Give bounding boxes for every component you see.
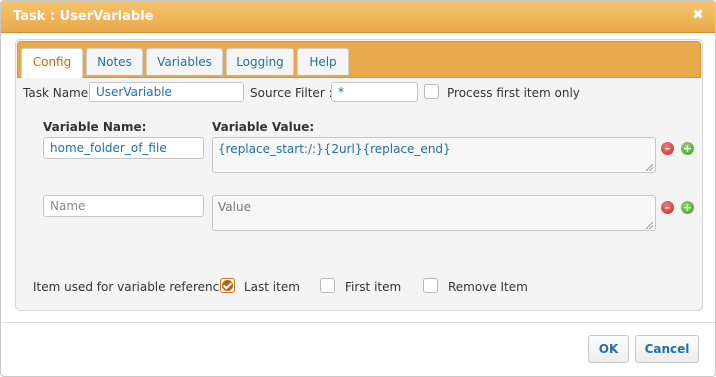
tab-config[interactable]: Config (21, 48, 83, 78)
remove-item-label: Remove Item (448, 280, 528, 294)
process-first-checkbox[interactable] (424, 84, 439, 99)
task-name-input[interactable] (89, 82, 244, 102)
add-variable-icon[interactable]: + (681, 142, 694, 155)
variable-value-input[interactable]: {replace_start:/:}{2url}{replace_end} (212, 137, 656, 173)
close-icon[interactable]: ✖ (691, 8, 705, 22)
resize-grip-icon[interactable] (646, 164, 653, 171)
variable-value-header: Variable Value: (212, 120, 315, 134)
last-item-checkbox[interactable] (220, 278, 235, 293)
first-item-checkbox[interactable] (320, 278, 335, 293)
dialog-titlebar[interactable]: Task : UserVariable ✖ (1, 1, 715, 33)
footer-divider (1, 322, 715, 323)
source-filter-input[interactable] (331, 82, 418, 102)
task-name-label: Task Name: (23, 86, 93, 100)
resize-grip-icon[interactable] (646, 222, 653, 229)
tab-bar: Config Notes Variables Logging Help (17, 41, 701, 78)
ok-button[interactable]: OK (588, 335, 629, 363)
remove-variable-icon[interactable]: – (661, 142, 674, 155)
new-variable-name-input[interactable] (43, 195, 204, 217)
cancel-button[interactable]: Cancel (635, 335, 699, 363)
process-first-label: Process first item only (447, 86, 580, 100)
tab-variables[interactable]: Variables (146, 48, 223, 75)
remove-item-checkbox[interactable] (423, 278, 438, 293)
config-panel: Config Notes Variables Logging Help Task… (15, 39, 703, 311)
new-variable-value-input[interactable] (212, 195, 656, 231)
first-item-label: First item (345, 280, 402, 294)
dialog-title: Task : UserVariable (13, 9, 154, 24)
task-dialog: Task : UserVariable ✖ Config Notes Varia… (0, 0, 716, 377)
variable-name-header: Variable Name: (43, 120, 147, 134)
source-filter-label: Source Filter : (250, 86, 333, 100)
remove-variable-icon[interactable]: – (661, 201, 674, 214)
add-variable-icon[interactable]: + (681, 201, 694, 214)
tab-logging[interactable]: Logging (226, 48, 294, 75)
variable-name-input[interactable] (43, 137, 204, 159)
last-item-label: Last item (244, 280, 300, 294)
reference-label: Item used for variable reference: (33, 280, 231, 294)
tab-help[interactable]: Help (297, 48, 349, 75)
tab-notes[interactable]: Notes (86, 48, 143, 75)
